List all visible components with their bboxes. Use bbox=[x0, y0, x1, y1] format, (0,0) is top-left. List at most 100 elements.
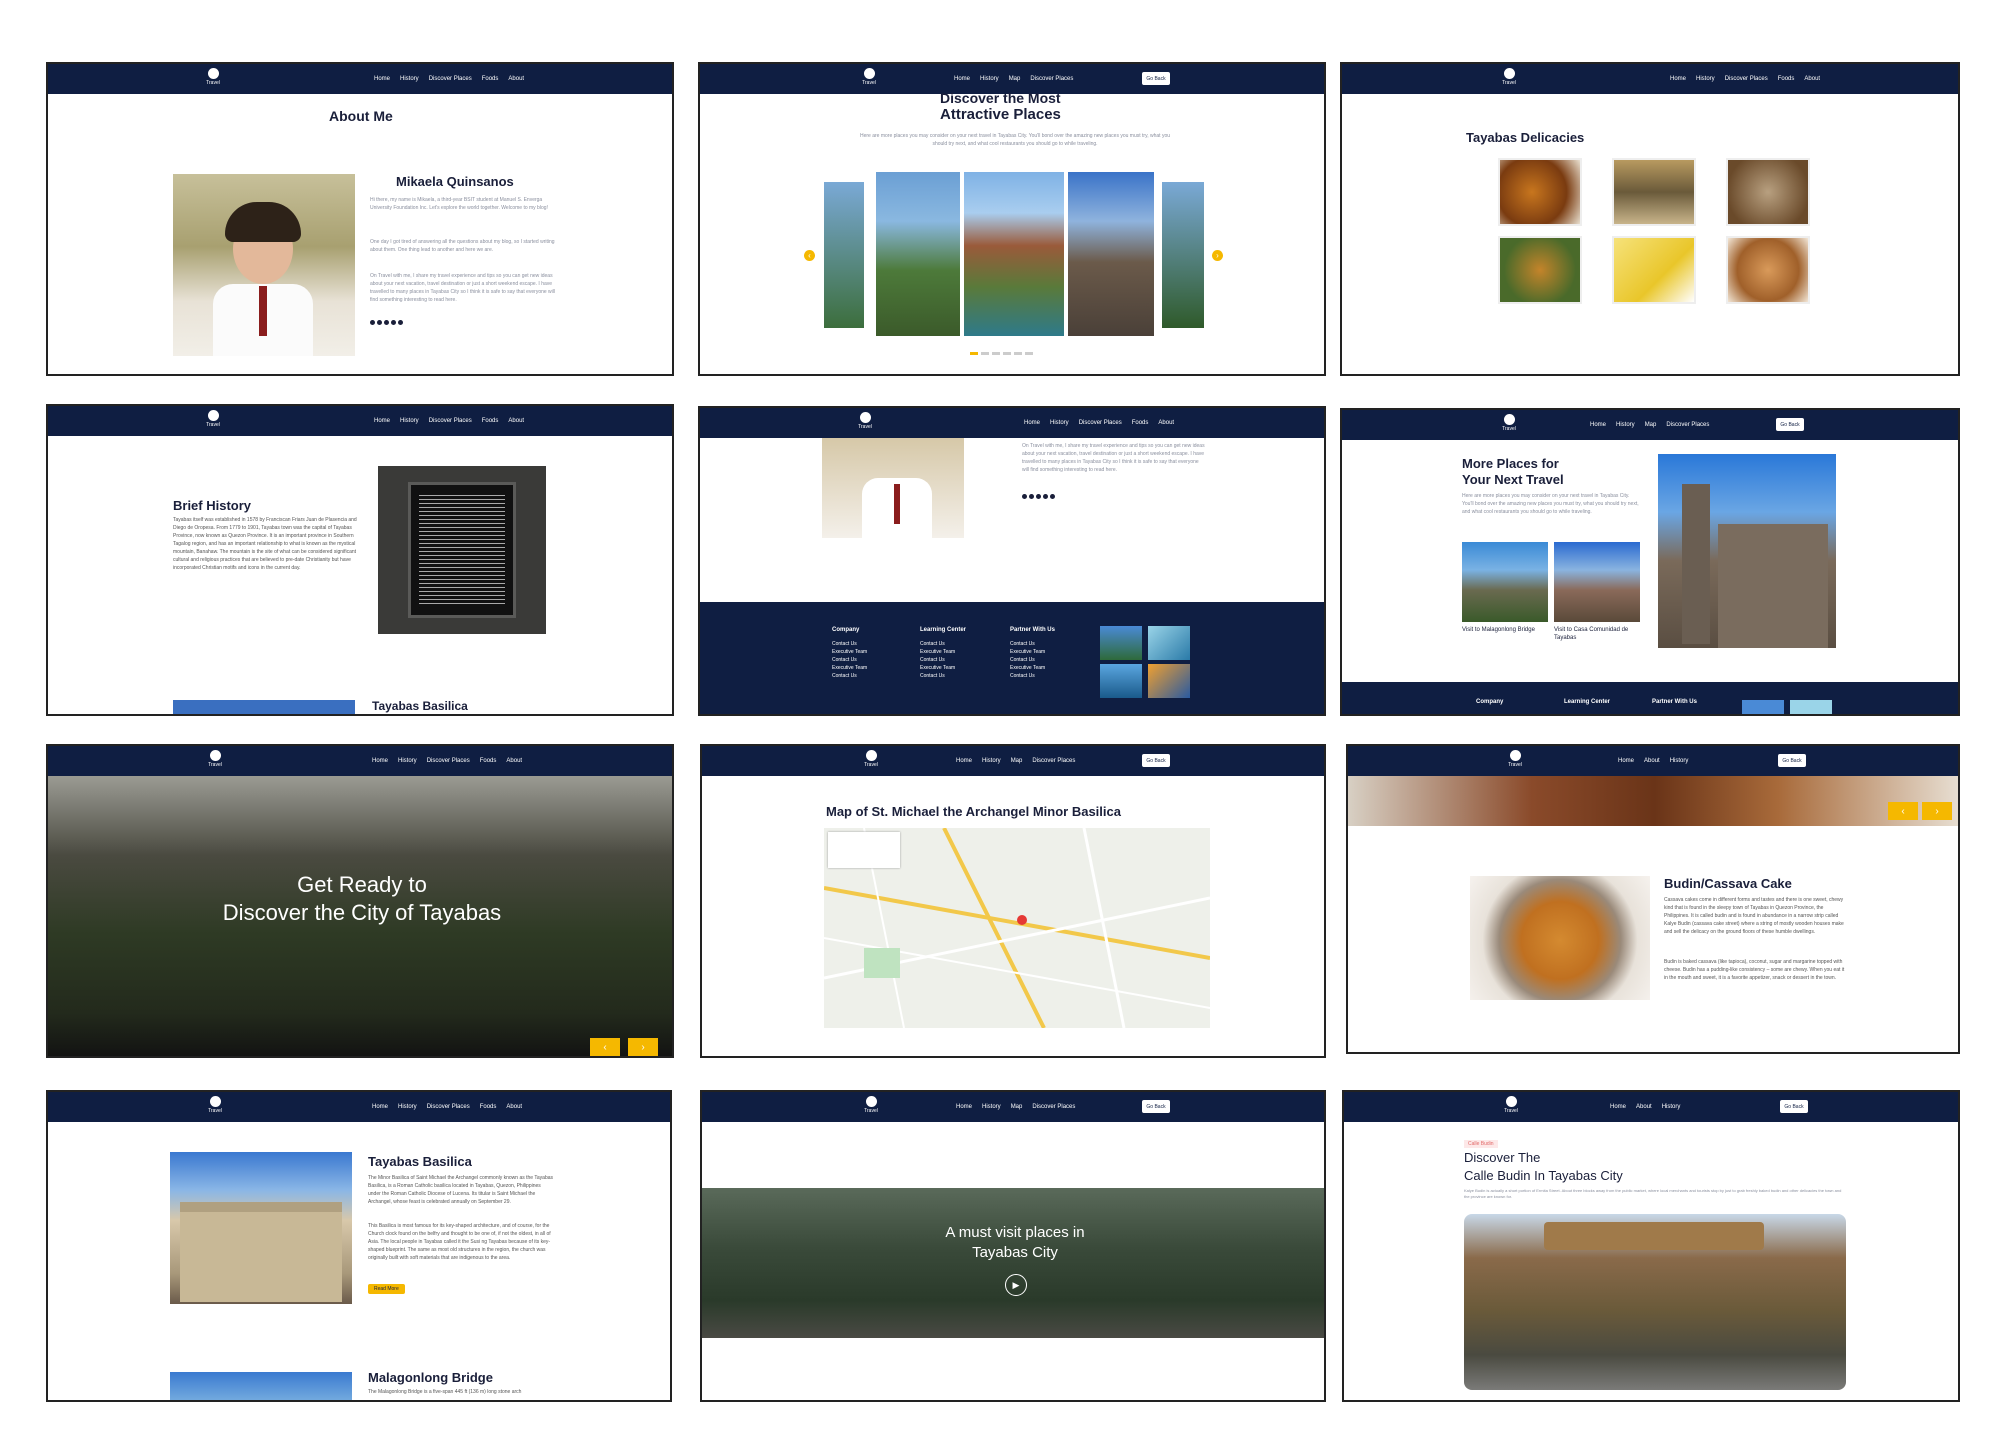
footer-link[interactable]: Executive Team bbox=[920, 664, 966, 672]
read-more-button[interactable]: Read More bbox=[368, 1284, 405, 1294]
delicacy-image-5[interactable] bbox=[1612, 236, 1696, 304]
nav-link-discover-places[interactable]: Discover Places bbox=[427, 1104, 470, 1110]
nav-link-about[interactable]: About bbox=[506, 1104, 522, 1110]
nav-link-discover-places[interactable]: Discover Places bbox=[429, 418, 472, 424]
nav-link-home[interactable]: Home bbox=[1590, 422, 1606, 428]
instagram-icon[interactable] bbox=[1029, 494, 1034, 499]
go-back-button[interactable]: Go Back bbox=[1776, 418, 1804, 431]
nav-link-home[interactable]: Home bbox=[1610, 1104, 1626, 1110]
footer-link[interactable]: Executive Team bbox=[920, 648, 966, 656]
hero-prev-button[interactable]: ‹ bbox=[590, 1038, 620, 1056]
nav-link-discover-places[interactable]: Discover Places bbox=[1666, 422, 1709, 428]
nav-link-about[interactable]: About bbox=[1158, 420, 1174, 426]
go-back-button[interactable]: Go Back bbox=[1142, 72, 1170, 85]
footer-link[interactable]: Contact Us bbox=[832, 656, 867, 664]
nav-link-discover-places[interactable]: Discover Places bbox=[1032, 1104, 1075, 1110]
carousel-prev-button[interactable]: ‹ bbox=[804, 250, 815, 261]
logo[interactable]: Travel bbox=[202, 1096, 228, 1118]
nav-link-foods[interactable]: Foods bbox=[1778, 76, 1795, 82]
nav-link-history[interactable]: History bbox=[982, 758, 1001, 764]
go-back-button[interactable]: Go Back bbox=[1142, 1100, 1170, 1113]
hero-next-button[interactable]: › bbox=[628, 1038, 658, 1056]
banner-next-button[interactable]: › bbox=[1922, 802, 1952, 820]
place-card-image-1[interactable] bbox=[1462, 542, 1548, 622]
footer-link[interactable]: Contact Us bbox=[832, 640, 867, 648]
place-card-caption-2[interactable]: Visit to Casa Comunidad de Tayabas bbox=[1554, 626, 1640, 642]
go-back-button[interactable]: Go Back bbox=[1780, 1100, 1808, 1113]
footer-link[interactable]: Executive Team bbox=[832, 648, 867, 656]
twitter-icon[interactable] bbox=[384, 320, 389, 325]
nav-link-map[interactable]: Map bbox=[1011, 1104, 1023, 1110]
logo[interactable]: Travel bbox=[1498, 1096, 1524, 1118]
footer-link[interactable]: Contact Us bbox=[832, 672, 867, 680]
nav-link-history[interactable]: History bbox=[982, 1104, 1001, 1110]
nav-link-history[interactable]: History bbox=[398, 758, 417, 764]
tiktok-icon[interactable] bbox=[391, 320, 396, 325]
delicacy-image-4[interactable] bbox=[1498, 236, 1582, 304]
logo[interactable]: Travel bbox=[1496, 68, 1522, 90]
nav-link-discover-places[interactable]: Discover Places bbox=[427, 758, 470, 764]
nav-link-history[interactable]: History bbox=[1662, 1104, 1681, 1110]
nav-link-about[interactable]: About bbox=[1644, 758, 1660, 764]
banner-prev-button[interactable]: ‹ bbox=[1888, 802, 1918, 820]
delicacy-image-2[interactable] bbox=[1612, 158, 1696, 226]
nav-link-home[interactable]: Home bbox=[1670, 76, 1686, 82]
footer-link[interactable]: Contact Us bbox=[920, 640, 966, 648]
footer-gallery-2[interactable] bbox=[1148, 626, 1190, 660]
logo[interactable]: Travel bbox=[858, 750, 884, 772]
logo[interactable]: Travel bbox=[200, 68, 226, 90]
nav-link-home[interactable]: Home bbox=[374, 418, 390, 424]
nav-link-home[interactable]: Home bbox=[954, 76, 970, 82]
footer-link[interactable]: Executive Team bbox=[832, 664, 867, 672]
nav-link-map[interactable]: Map bbox=[1009, 76, 1021, 82]
footer-gallery-3[interactable] bbox=[1100, 664, 1142, 698]
nav-link-foods[interactable]: Foods bbox=[480, 758, 497, 764]
footer-link[interactable]: Contact Us bbox=[920, 656, 966, 664]
tiktok-icon[interactable] bbox=[1043, 494, 1048, 499]
footer-gallery-2[interactable] bbox=[1790, 700, 1832, 714]
nav-link-about[interactable]: About bbox=[1636, 1104, 1652, 1110]
footer-gallery-4[interactable] bbox=[1148, 664, 1190, 698]
go-back-button[interactable]: Go Back bbox=[1778, 754, 1806, 767]
nav-link-about[interactable]: About bbox=[1804, 76, 1820, 82]
nav-link-home[interactable]: Home bbox=[1024, 420, 1040, 426]
logo[interactable]: Travel bbox=[1496, 414, 1522, 436]
nav-link-home[interactable]: Home bbox=[956, 1104, 972, 1110]
twitter-icon[interactable] bbox=[1036, 494, 1041, 499]
nav-link-about[interactable]: About bbox=[508, 418, 524, 424]
footer-link[interactable]: Contact Us bbox=[1010, 640, 1055, 648]
nav-link-foods[interactable]: Foods bbox=[482, 418, 499, 424]
linkedin-icon[interactable] bbox=[1050, 494, 1055, 499]
nav-link-home[interactable]: Home bbox=[374, 76, 390, 82]
linkedin-icon[interactable] bbox=[398, 320, 403, 325]
nav-link-about[interactable]: About bbox=[506, 758, 522, 764]
nav-link-foods[interactable]: Foods bbox=[480, 1104, 497, 1110]
nav-link-discover-places[interactable]: Discover Places bbox=[1030, 76, 1073, 82]
nav-link-home[interactable]: Home bbox=[372, 758, 388, 764]
footer-link[interactable]: Contact Us bbox=[920, 672, 966, 680]
nav-link-discover-places[interactable]: Discover Places bbox=[1079, 420, 1122, 426]
nav-link-history[interactable]: History bbox=[1670, 758, 1689, 764]
nav-link-discover-places[interactable]: Discover Places bbox=[1725, 76, 1768, 82]
nav-link-history[interactable]: History bbox=[1696, 76, 1715, 82]
nav-link-home[interactable]: Home bbox=[1618, 758, 1634, 764]
footer-gallery-1[interactable] bbox=[1742, 700, 1784, 714]
embedded-map[interactable] bbox=[824, 828, 1210, 1028]
delicacy-image-6[interactable] bbox=[1726, 236, 1810, 304]
logo[interactable]: Travel bbox=[200, 410, 226, 432]
video-banner[interactable] bbox=[702, 1188, 1324, 1338]
carousel-next-button[interactable]: › bbox=[1212, 250, 1223, 261]
nav-link-history[interactable]: History bbox=[400, 418, 419, 424]
logo[interactable]: Travel bbox=[858, 1096, 884, 1118]
nav-link-map[interactable]: Map bbox=[1011, 758, 1023, 764]
facebook-icon[interactable] bbox=[370, 320, 375, 325]
logo[interactable]: Travel bbox=[852, 412, 878, 434]
place-card-image-2[interactable] bbox=[1554, 542, 1640, 622]
carousel-slide-center[interactable] bbox=[964, 172, 1064, 336]
facebook-icon[interactable] bbox=[1022, 494, 1027, 499]
footer-link[interactable]: Contact Us bbox=[1010, 656, 1055, 664]
play-button[interactable]: ▶ bbox=[1005, 1274, 1027, 1296]
nav-link-history[interactable]: History bbox=[980, 76, 999, 82]
nav-link-history[interactable]: History bbox=[1050, 420, 1069, 426]
instagram-icon[interactable] bbox=[377, 320, 382, 325]
